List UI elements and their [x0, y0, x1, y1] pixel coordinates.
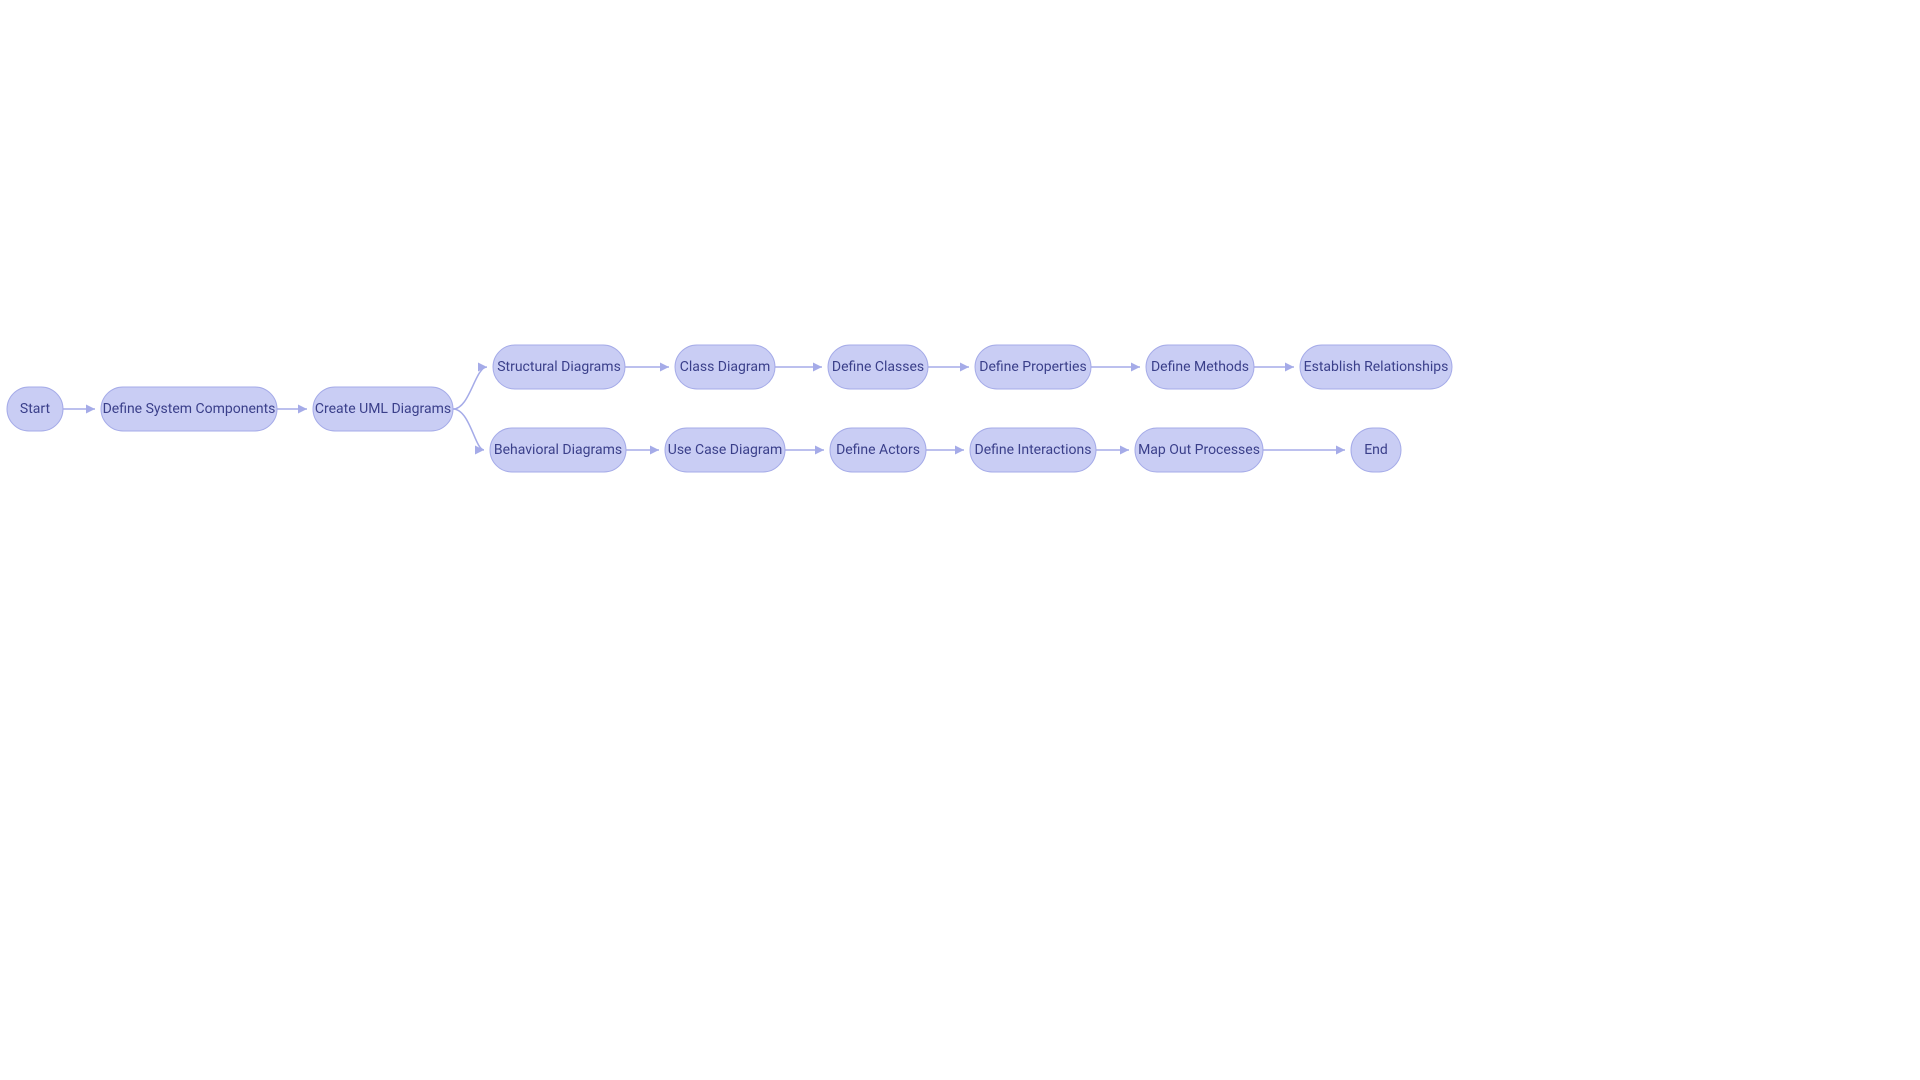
nodes-layer: Start Define System Components Create UML … [7, 345, 1452, 472]
node-start[interactable]: Start [7, 387, 63, 431]
node-label: Establish Relationships [1304, 359, 1449, 375]
node-label: Map Out Processes [1138, 442, 1260, 458]
node-end[interactable]: End [1351, 428, 1401, 472]
node-usecase-diag[interactable]: Use Case Diagram [665, 428, 785, 472]
node-label: Structural Diagrams [497, 359, 621, 375]
node-label: Define System Components [103, 401, 276, 417]
node-def-inter[interactable]: Define Interactions [970, 428, 1096, 472]
node-label: Start [20, 401, 51, 417]
node-def-props[interactable]: Define Properties [975, 345, 1091, 389]
node-establish[interactable]: Establish Relationships [1300, 345, 1452, 389]
node-label: Define Interactions [975, 442, 1092, 458]
flowchart-diagram: Start Define System Components Create UML … [0, 0, 1920, 1080]
node-class-diag[interactable]: Class Diagram [675, 345, 775, 389]
edge-create-uml-to-behavioral [453, 409, 484, 450]
edge-create-uml-to-structural [453, 367, 487, 409]
node-label: End [1364, 442, 1388, 458]
node-label: Use Case Diagram [668, 442, 782, 458]
node-define-sys[interactable]: Define System Components [101, 387, 277, 431]
node-label: Create UML Diagrams [315, 401, 451, 417]
node-def-actors[interactable]: Define Actors [830, 428, 926, 472]
node-def-classes[interactable]: Define Classes [828, 345, 928, 389]
node-label: Define Classes [832, 359, 924, 375]
node-create-uml[interactable]: Create UML Diagrams [313, 387, 453, 431]
node-label: Define Actors [836, 442, 920, 458]
node-label: Define Properties [979, 359, 1086, 375]
node-label: Class Diagram [680, 359, 771, 375]
node-def-methods[interactable]: Define Methods [1146, 345, 1254, 389]
node-map-proc[interactable]: Map Out Processes [1135, 428, 1263, 472]
node-label: Behavioral Diagrams [494, 442, 622, 458]
node-structural[interactable]: Structural Diagrams [493, 345, 625, 389]
node-label: Define Methods [1151, 359, 1249, 375]
node-behavioral[interactable]: Behavioral Diagrams [490, 428, 626, 472]
